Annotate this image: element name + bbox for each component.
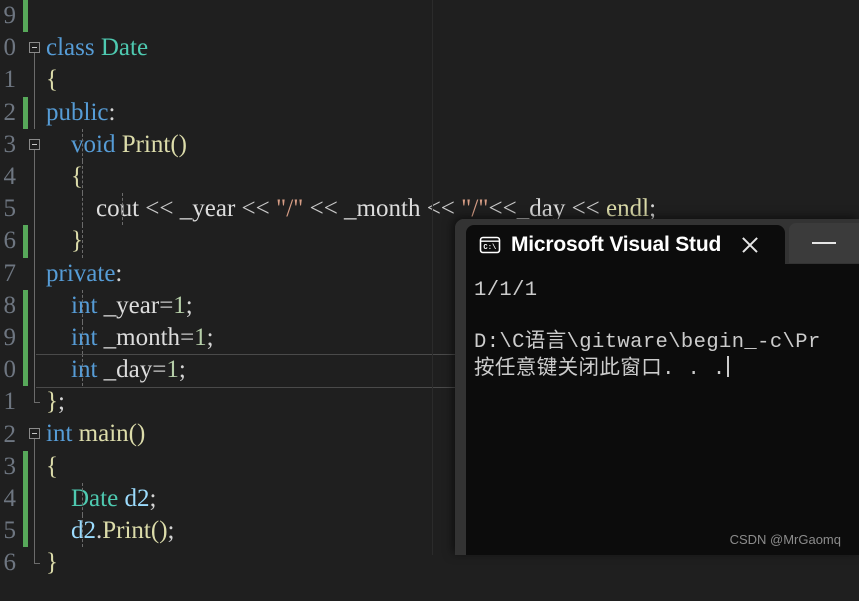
fold-toggle-icon[interactable] [29,138,40,150]
code-line[interactable]: 1 { [0,64,859,97]
fold-guide [34,289,35,322]
fold-guide [34,149,35,161]
fold-column[interactable] [28,225,44,258]
line-number: 0 [3,34,17,62]
line-number: 2 [3,420,17,448]
line-number: 9 [3,323,17,351]
fold-guide-end [34,386,40,404]
line-number: 5 [3,517,17,545]
console-cmd-icon: C:\ [479,236,501,253]
fold-guide [34,257,35,290]
editor-edge-seam [432,0,433,555]
console-output-line: 1/1/1 [474,279,538,302]
fold-column[interactable] [28,129,44,161]
fold-column[interactable] [28,547,44,579]
code-line-text: class Date [46,34,149,62]
fold-column[interactable] [28,0,44,32]
fold-guide [34,354,35,387]
console-prompt-text: 按任意键关闭此窗口. . . [474,358,726,381]
fold-column[interactable] [28,64,44,97]
watermark: CSDN @MrGaomq [729,532,841,547]
fold-guide [34,193,35,226]
svg-text:C:\: C:\ [483,244,496,252]
fold-guide-end [34,547,40,565]
console-output-line: D:\C语言\gitware\begin_-c\Pr [474,331,821,354]
line-number: 4 [3,163,17,191]
code-line[interactable]: 0 class Date [0,32,859,65]
code-line-text: { [44,160,859,194]
line-number: 1 [3,66,17,94]
line-number: 1 [3,388,17,416]
fold-guide [34,450,35,483]
fold-column[interactable] [28,32,44,65]
line-number: 3 [3,452,17,480]
fold-guide [34,482,35,515]
console-output-area[interactable]: 1/1/1 D:\C语言\gitware\begin_-c\Pr 按任意键关闭此… [466,264,859,555]
line-number: 6 [3,227,17,255]
line-number: 9 [3,2,17,30]
fold-guide [34,439,35,451]
fold-column[interactable] [28,257,44,290]
window-controls[interactable] [789,223,859,263]
fold-guide [34,160,35,194]
line-number: 3 [3,130,17,158]
fold-column[interactable] [28,289,44,322]
fold-column[interactable] [28,386,44,418]
terminal-tab-title: Microsoft Visual Stud [511,232,722,256]
code-line-text: public: [46,98,116,126]
fold-guide [34,64,35,97]
fold-column[interactable] [28,96,44,129]
fold-toggle-icon[interactable] [29,42,40,54]
code-line[interactable]: 4 { [0,160,859,194]
fold-guide [34,96,35,129]
console-cursor [726,356,729,377]
fold-column[interactable] [28,354,44,387]
fold-guide [34,515,35,548]
fold-column[interactable] [28,321,44,355]
line-number: 4 [3,484,17,512]
line-number: 2 [3,98,17,126]
fold-column[interactable] [28,418,44,451]
code-line-text: { [46,66,58,94]
line-number: 6 [3,549,17,577]
fold-guide [34,53,35,65]
line-number: 0 [3,356,17,384]
line-number: 5 [3,195,17,223]
fold-toggle-icon[interactable] [29,428,40,440]
close-icon[interactable] [737,232,763,258]
fold-guide [34,225,35,258]
fold-column[interactable] [28,515,44,548]
console-prompt-line: 按任意键关闭此窗口. . . [474,356,859,383]
code-line[interactable]: 9 [0,0,859,33]
terminal-tab-active[interactable]: C:\ Microsoft Visual Stud [466,225,785,264]
fold-column[interactable] [28,450,44,483]
code-line[interactable]: 3 void Print() [0,128,859,161]
code-line-text: void Print() [44,128,859,161]
terminal-tab-bar[interactable]: C:\ Microsoft Visual Stud [455,219,859,264]
console-window[interactable]: C:\ Microsoft Visual Stud 1/1/1 D:\C语言\g… [455,219,859,555]
fold-column[interactable] [28,193,44,226]
minimize-icon[interactable] [812,242,836,244]
line-number: 8 [3,291,17,319]
fold-guide [34,321,35,355]
code-line[interactable]: 2 public: [0,96,859,129]
fold-column[interactable] [28,482,44,515]
fold-column[interactable] [28,160,44,194]
line-number: 7 [3,259,17,287]
